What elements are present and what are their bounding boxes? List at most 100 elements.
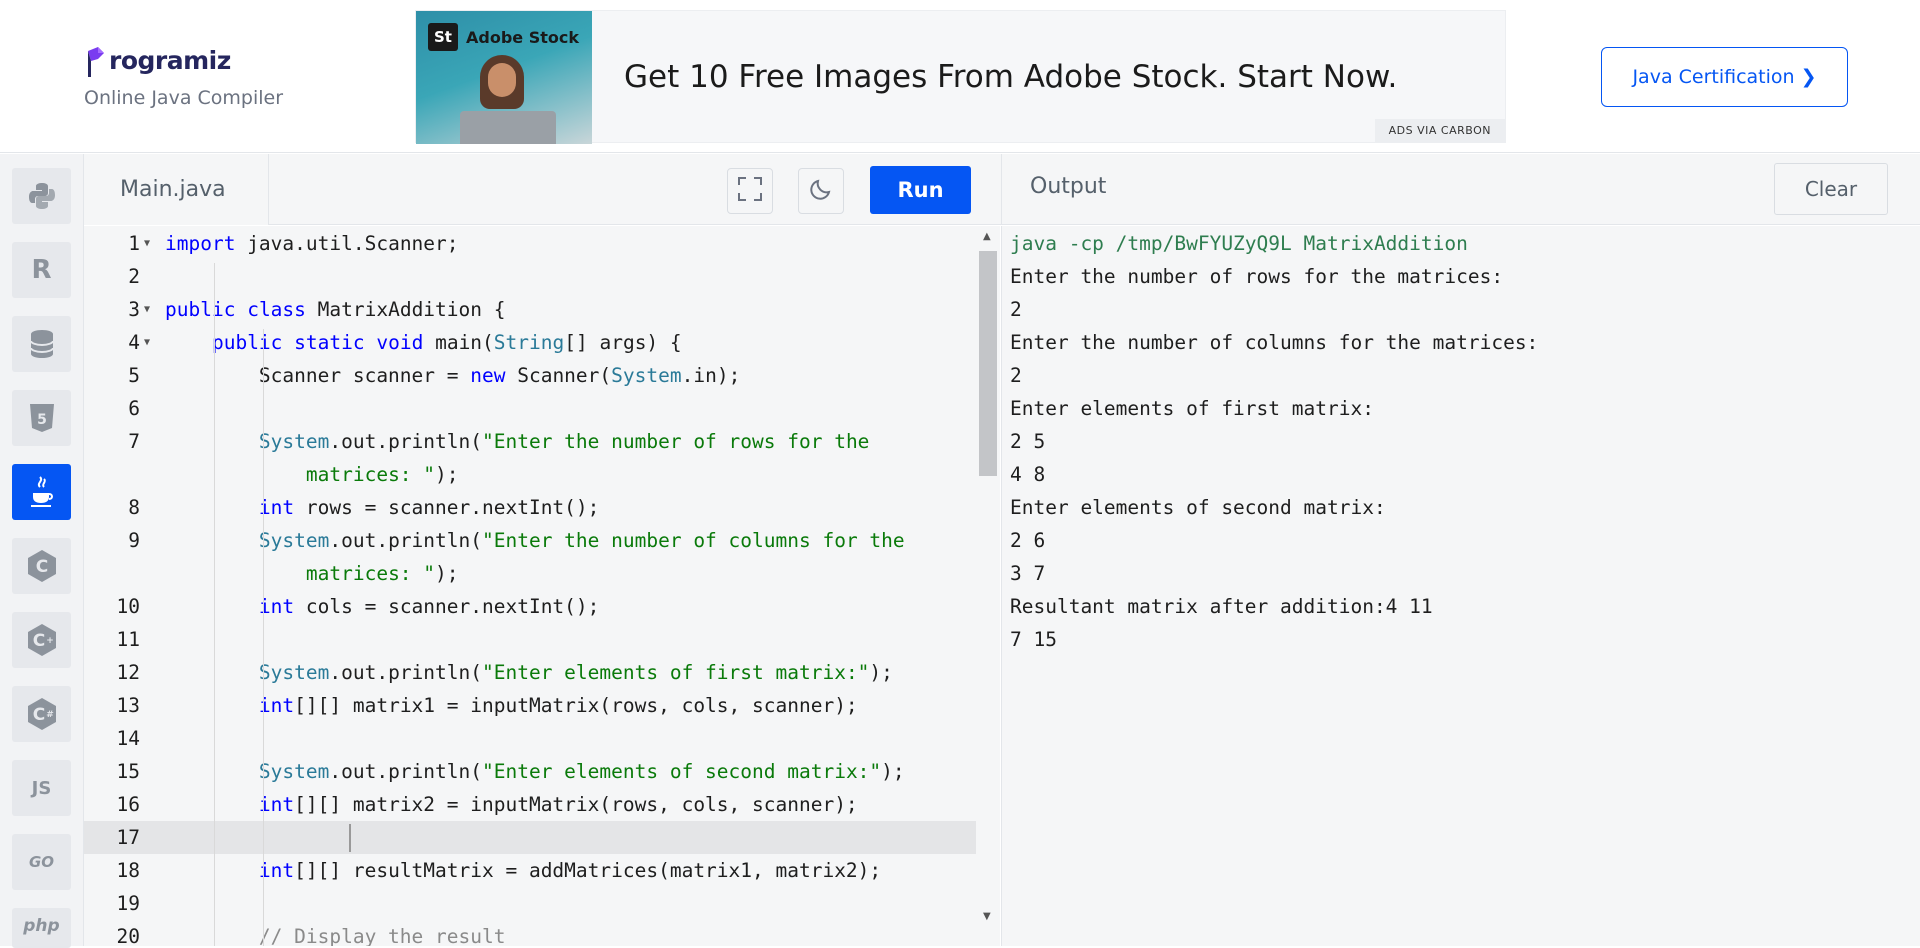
code-line[interactable]: 3 ▼ public class MatrixAddition { <box>84 293 976 326</box>
line-number: 18 <box>116 859 140 882</box>
code-line[interactable]: 17 <box>84 821 976 854</box>
scroll-up-arrow-icon[interactable]: ▲ <box>983 231 991 242</box>
ad-brand-name: Adobe Stock <box>466 27 579 47</box>
output-line: Enter the number of columns for the matr… <box>1010 331 1539 354</box>
line-number: 14 <box>116 727 140 750</box>
editor-toolbar: Main.java Run <box>84 154 1001 225</box>
code-line[interactable]: 6 <box>84 392 976 425</box>
programiz-logo[interactable]: rogramiz <box>85 40 231 80</box>
language-php-button[interactable]: php <box>12 908 71 948</box>
language-cpp-button[interactable]: C + <box>12 612 71 668</box>
line-number: 15 <box>116 760 140 783</box>
code-line[interactable]: 10 int cols = scanner.nextInt(); <box>84 590 976 623</box>
language-html-button[interactable]: 5 <box>12 390 71 446</box>
line-number: 12 <box>116 661 140 684</box>
code-text: // Display the result <box>258 925 506 946</box>
clear-button[interactable]: Clear <box>1774 163 1888 215</box>
code-line[interactable]: 8 int rows = scanner.nextInt(); <box>84 491 976 524</box>
output-line: 4 8 <box>1010 463 1046 486</box>
cpp-language-icon: C + <box>26 623 58 657</box>
language-java-button[interactable] <box>12 464 71 520</box>
output-line: Enter elements of second matrix: <box>1010 496 1386 519</box>
svg-text:C: C <box>35 557 47 577</box>
fullscreen-button[interactable] <box>727 168 773 214</box>
output-line: 2 <box>1010 298 1022 321</box>
line-number: 19 <box>116 892 140 915</box>
output-line: 3 7 <box>1010 562 1046 585</box>
line-number: 17 <box>116 826 140 849</box>
line-number: 13 <box>116 694 140 717</box>
ad-headline[interactable]: Get 10 Free Images From Adobe Stock. Sta… <box>624 59 1397 95</box>
code-text: int[][] resultMatrix = addMatrices(matri… <box>258 859 882 882</box>
line-number: 3 <box>128 298 140 321</box>
fold-arrow-icon[interactable]: ▼ <box>144 326 150 359</box>
file-tab-main-java[interactable]: Main.java <box>84 154 269 225</box>
code-line[interactable]: 11 <box>84 623 976 656</box>
fullscreen-icon <box>737 176 763 206</box>
run-button[interactable]: Run <box>870 166 971 214</box>
code-line[interactable]: 12 System.out.println("Enter elements of… <box>84 656 976 689</box>
code-line[interactable]: 19 <box>84 887 976 920</box>
dark-mode-toggle[interactable] <box>798 168 844 214</box>
fold-arrow-icon[interactable]: ▼ <box>144 293 150 326</box>
language-csharp-button[interactable]: C # <box>12 686 71 742</box>
language-c-button[interactable]: C <box>12 538 71 594</box>
code-line[interactable]: 1 ▼ import java.util.Scanner; <box>84 227 976 260</box>
output-toolbar: Output Clear <box>1001 154 1920 225</box>
java-certification-button[interactable]: Java Certification ❯ <box>1601 47 1848 107</box>
code-text: int rows = scanner.nextInt(); <box>258 496 600 519</box>
code-line[interactable]: 18 int[][] resultMatrix = addMatrices(ma… <box>84 854 976 887</box>
code-text: System.out.println("Enter the number of … <box>258 529 905 552</box>
code-text: System.out.println("Enter the number of … <box>258 430 870 453</box>
code-text: matrices: "); <box>305 562 459 585</box>
code-line[interactable]: 5 Scanner scanner = new Scanner(System.i… <box>84 359 976 392</box>
language-go-button[interactable]: GO <box>12 834 71 890</box>
code-line[interactable]: 15 System.out.println("Enter elements of… <box>84 755 976 788</box>
indent-guide <box>214 263 215 946</box>
r-language-icon: R <box>31 255 52 285</box>
page-subtitle: Online Java Compiler <box>84 87 284 109</box>
ad-brand-badge: St Adobe Stock <box>428 23 579 51</box>
svg-text:#: # <box>46 710 54 720</box>
code-text: int[][] matrix2 = inputMatrix(rows, cols… <box>258 793 858 816</box>
output-line: 7 15 <box>1010 628 1057 651</box>
c-language-icon: C <box>26 549 58 583</box>
scroll-down-arrow-icon[interactable]: ▼ <box>983 911 991 922</box>
code-line[interactable]: 16 int[][] matrix2 = inputMatrix(rows, c… <box>84 788 976 821</box>
fold-arrow-icon[interactable]: ▼ <box>144 227 150 260</box>
code-line[interactable]: 7 System.out.println("Enter the number o… <box>84 425 976 458</box>
text-cursor <box>349 824 351 852</box>
code-line[interactable]: 14 <box>84 722 976 755</box>
language-js-button[interactable]: JS <box>12 760 71 816</box>
code-line[interactable]: matrices: "); <box>84 557 976 590</box>
code-line[interactable]: 2 <box>84 260 976 293</box>
line-number: 9 <box>128 529 140 552</box>
line-number: 8 <box>128 496 140 519</box>
line-number: 5 <box>128 364 140 387</box>
editor-scrollbar[interactable]: ▲ ▼ <box>979 231 997 931</box>
code-line[interactable]: 4 ▼ public static void main(String[] args… <box>84 326 976 359</box>
code-editor[interactable]: 1 ▼ import java.util.Scanner; 2 3 ▼ public cla… <box>84 226 1000 946</box>
language-sql-button[interactable] <box>12 316 71 372</box>
ad-attribution[interactable]: ADS VIA CARBON <box>1374 119 1505 142</box>
line-number: 10 <box>116 595 140 618</box>
moon-icon <box>809 177 833 205</box>
language-python-button[interactable] <box>12 168 71 224</box>
code-line[interactable]: 9 System.out.println("Enter the number o… <box>84 524 976 557</box>
output-line: 2 <box>1010 364 1022 387</box>
top-header: rogramiz Online Java Compiler St Adobe S… <box>0 0 1920 153</box>
code-line[interactable]: 20 // Display the result <box>84 920 976 946</box>
language-r-button[interactable]: R <box>12 242 71 298</box>
output-command-line: java -cp /tmp/BwFYUZyQ9L MatrixAddition <box>1010 232 1468 255</box>
output-console[interactable]: java -cp /tmp/BwFYUZyQ9L MatrixAddition E… <box>1001 226 1920 946</box>
code-line[interactable]: matrices: "); <box>84 458 976 491</box>
output-line: Enter elements of first matrix: <box>1010 397 1374 420</box>
code-line[interactable]: 13 int[][] matrix1 = inputMatrix(rows, c… <box>84 689 976 722</box>
database-icon <box>29 328 55 360</box>
code-text: public static void main(String[] args) { <box>211 331 682 354</box>
scrollbar-thumb[interactable] <box>979 251 997 476</box>
line-number: 11 <box>116 628 140 651</box>
java-cup-icon <box>28 475 56 509</box>
line-number: 6 <box>128 397 140 420</box>
adobe-stock-ad[interactable]: St Adobe Stock Get 10 Free Images From A… <box>415 10 1506 144</box>
